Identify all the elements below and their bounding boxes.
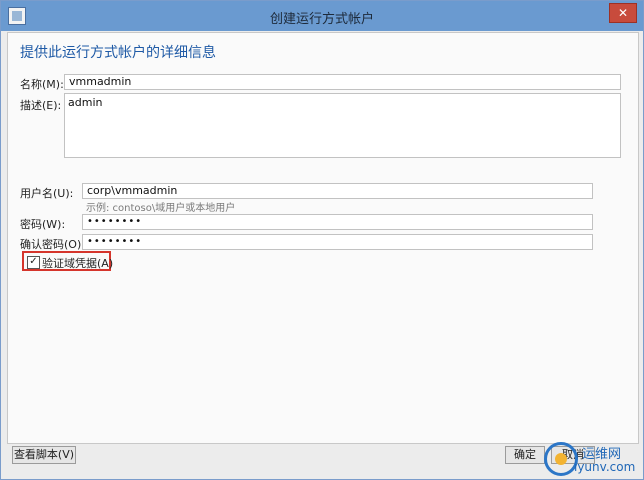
name-label: 名称(M):	[20, 78, 64, 91]
title-bar: 创建运行方式帐户 ✕	[1, 1, 643, 31]
close-button[interactable]: ✕	[609, 3, 637, 23]
watermark-text-bottom: iyunv.com	[574, 460, 636, 474]
password-label: 密码(W):	[20, 218, 66, 231]
dialog-content: 提供此运行方式帐户的详细信息 名称(M): vmmadmin 描述(E): ad…	[7, 32, 639, 444]
description-label: 描述(E):	[20, 99, 62, 112]
dialog-window: 创建运行方式帐户 ✕ 提供此运行方式帐户的详细信息 名称(M): vmmadmi…	[0, 0, 644, 480]
close-icon: ✕	[617, 6, 629, 20]
confirm-password-field[interactable]: ••••••••	[82, 234, 593, 250]
validate-credentials-checkbox[interactable]: ✓	[27, 256, 40, 269]
username-field[interactable]: corp\vmmadmin	[82, 183, 593, 199]
page-heading: 提供此运行方式帐户的详细信息	[20, 45, 216, 61]
username-label: 用户名(U):	[20, 187, 74, 200]
window-title: 创建运行方式帐户	[269, 12, 374, 27]
view-script-button[interactable]: 查看脚本(V)	[12, 446, 76, 464]
username-hint: 示例: contoso\域用户或本地用户	[86, 203, 236, 214]
watermark-icon	[544, 442, 578, 476]
validate-credentials-highlight: ✓ 验证域凭据(A)	[22, 251, 113, 271]
ok-button[interactable]: 确定	[505, 446, 545, 464]
password-field[interactable]: ••••••••	[82, 214, 593, 230]
confirm-password-label: 确认密码(O):	[20, 238, 85, 251]
watermark-logo: 运维网 iyunv.com	[544, 440, 640, 478]
validate-credentials-label[interactable]: 验证域凭据(A)	[42, 255, 113, 271]
description-field[interactable]: admin	[64, 93, 621, 158]
checkmark-icon: ✓	[29, 256, 38, 267]
name-field[interactable]: vmmadmin	[64, 74, 621, 90]
